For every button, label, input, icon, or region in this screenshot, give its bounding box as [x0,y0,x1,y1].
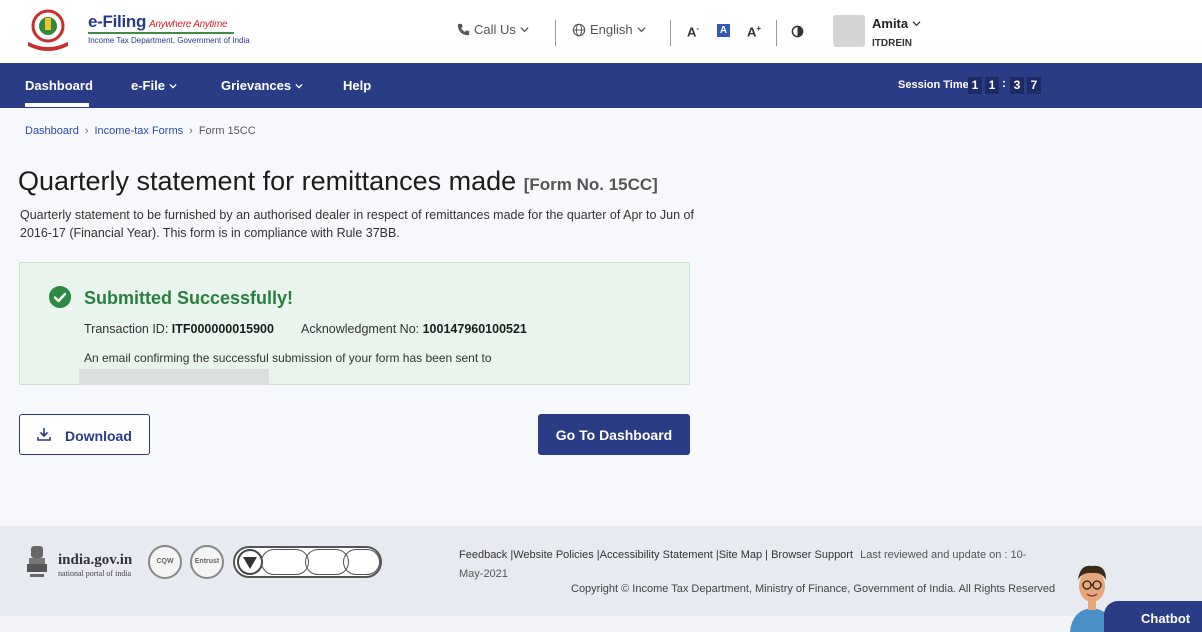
contrast-icon[interactable] [791,25,804,38]
session-colon: : [1002,76,1006,90]
font-default-button[interactable]: A [717,24,730,37]
brand-subtitle: Income Tax Department, Government of Ind… [88,36,250,45]
globe-icon [572,23,586,36]
call-us-label: Call Us [474,22,516,37]
language-dropdown[interactable]: English [572,22,646,37]
nav-help[interactable]: Help [343,78,371,93]
go-to-dashboard-button[interactable]: Go To Dashboard [538,414,690,455]
footer-link-accessibility[interactable]: Accessibility Statement [600,549,713,561]
download-label: Download [65,428,132,444]
footer-link-site-map[interactable]: Site Map [719,549,762,561]
page-description: Quarterly statement to be furnished by a… [20,208,694,240]
chevron-down-icon [168,83,177,89]
page-title: Quarterly statement for remittances made… [18,166,658,196]
efiling-logo[interactable]: e-Filing Anywhere Anytime Income Tax Depa… [26,8,250,54]
copyright: Copyright © Income Tax Department, Minis… [571,583,1056,595]
chatbot-button[interactable]: Chatbot [1104,601,1202,632]
breadcrumb: Dashboard › Income-tax Forms › Form 15CC [25,125,256,137]
check-circle-icon [49,286,71,308]
footer-link-website-policies[interactable]: Website Policies [513,549,594,561]
iso-segment [261,549,309,575]
user-id: ITDREIN [872,38,912,49]
language-label: English [590,22,633,37]
india-gov-link[interactable]: india.gov.in [58,552,132,569]
breadcrumb-dashboard[interactable]: Dashboard [25,125,79,137]
user-avatar[interactable] [833,15,865,47]
session-digit: 1 [968,77,982,94]
success-panel: Submitted Successfully! Transaction ID: … [19,262,690,385]
font-increase-button[interactable]: A+ [747,24,761,39]
footer-link-feedback[interactable]: Feedback [459,549,507,561]
brand-underline [88,32,234,34]
it-department-emblem-icon [28,9,68,51]
top-header: e-Filing Anywhere Anytime Income Tax Depa… [0,0,1202,63]
iso-triangle-icon [237,549,263,575]
download-button[interactable]: Download [19,414,150,455]
form-number: [Form No. 15CC] [523,175,658,194]
chatbot-label: Chatbot [1141,611,1191,626]
chevron-down-icon [637,27,646,33]
success-title: Submitted Successfully! [84,288,294,308]
footer-link-browser-support[interactable]: Browser Support [771,549,853,561]
nav-grievances[interactable]: Grievances [221,78,303,93]
breadcrumb-separator: › [84,125,89,137]
iso-certification-badge-icon [233,546,382,578]
user-menu[interactable]: Amita [872,16,921,31]
session-digit: 3 [1010,77,1024,94]
session-digit: 1 [985,77,999,94]
footer-links: Feedback |Website Policies |Accessibilit… [459,549,1027,580]
footer-bottom-strip [0,616,1202,632]
header-divider [555,20,556,46]
session-time-label: Session Time [898,79,969,91]
breadcrumb-separator: › [189,125,193,137]
user-name: Amita [872,16,909,31]
entrust-badge-icon: Entrust [190,545,224,579]
brand-title: e-Filing Anywhere Anytime [88,12,228,31]
india-gov-subtitle: national portal of india [58,569,132,578]
brand-tagline: Anywhere Anytime [149,19,228,30]
header-divider [670,20,671,46]
transaction-id: Transaction ID: ITF000000015900 [84,322,274,336]
iso-segment [343,549,380,575]
header-divider [776,20,777,46]
email-confirmation-note: An email confirming the successful submi… [84,351,492,365]
email-redacted [79,369,269,385]
nav-efile[interactable]: e-File [131,78,177,93]
call-us-dropdown[interactable]: Call Us [457,22,529,37]
national-emblem-icon [27,546,47,577]
download-icon [37,428,51,441]
main-nav: Dashboard e-File Grievances Help Session… [0,63,1202,108]
chevron-down-icon [295,83,303,89]
phone-icon [457,23,470,36]
nav-active-indicator [25,103,89,107]
session-digit: 7 [1027,77,1041,94]
chevron-down-icon [912,21,921,27]
cqw-badge-icon: CQW [148,545,182,579]
footer: india.gov.in national portal of india CQ… [0,526,1202,616]
chevron-down-icon [520,27,529,33]
acknowledgment-no: Acknowledgment No: 100147960100521 [301,322,527,336]
breadcrumb-current: Form 15CC [198,125,256,137]
nav-dashboard[interactable]: Dashboard [25,78,93,93]
font-decrease-button[interactable]: A- [687,24,699,39]
breadcrumb-income-tax-forms[interactable]: Income-tax Forms [95,125,184,137]
